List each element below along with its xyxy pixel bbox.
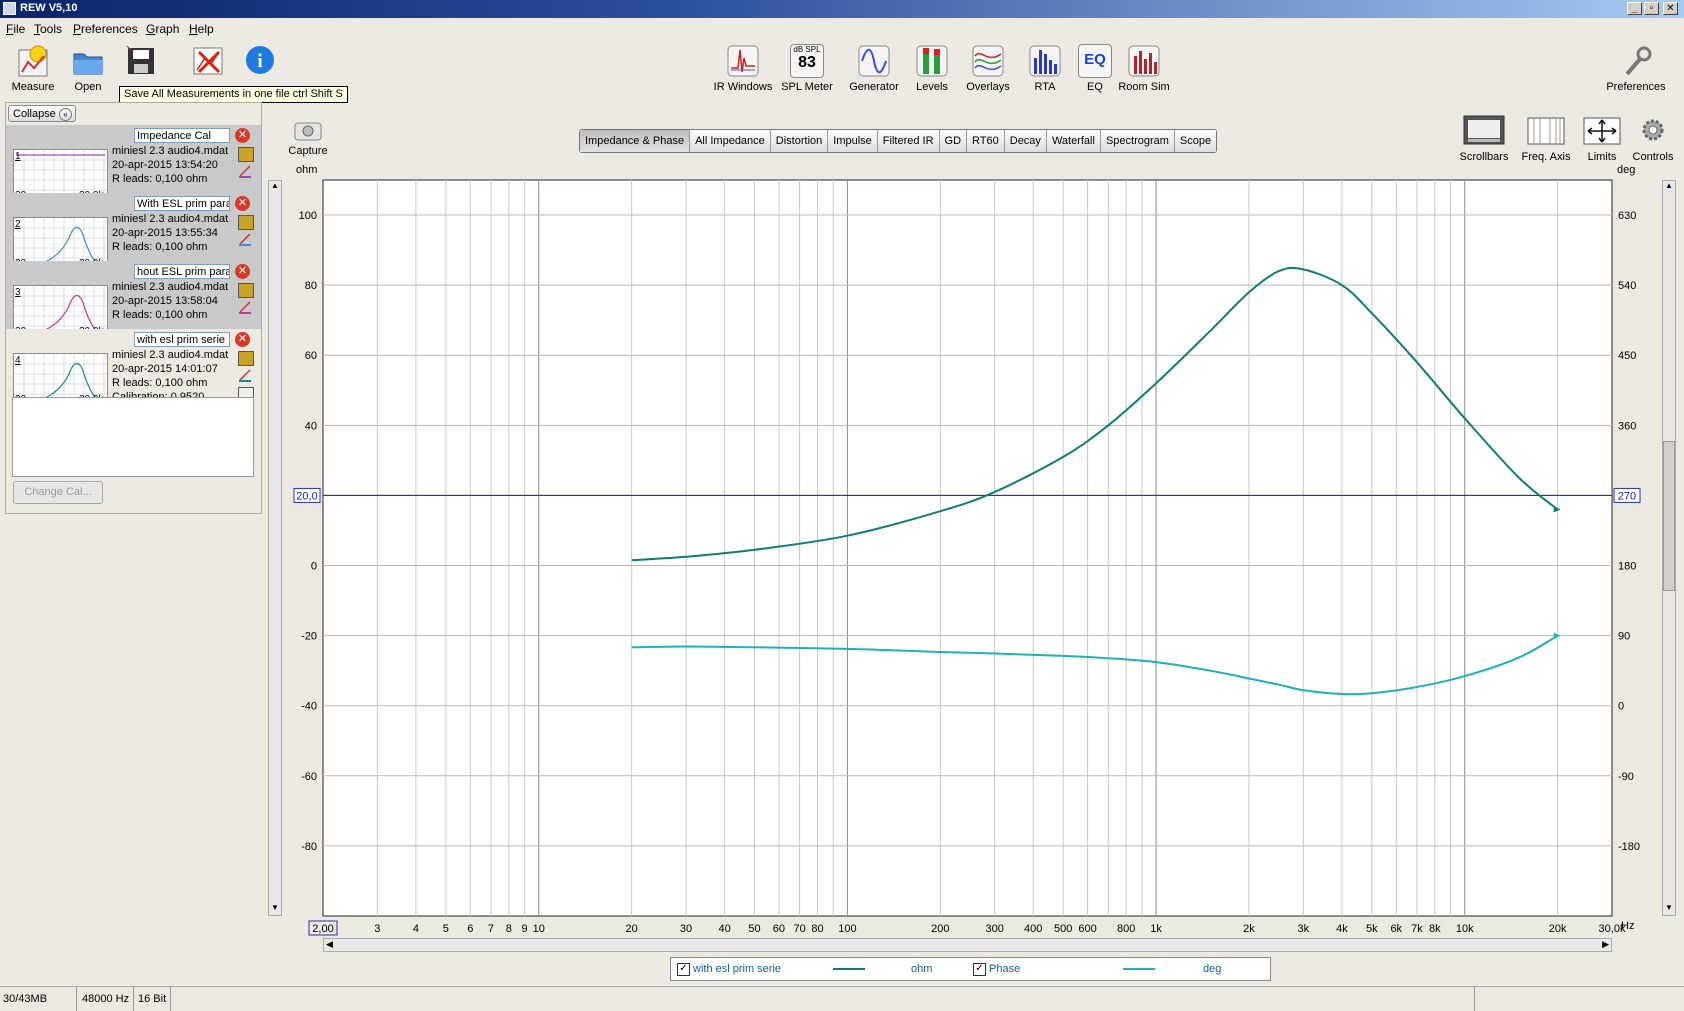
right-vertical-scrollbar[interactable]: ▲ ▼ [1662, 180, 1676, 916]
y-tick-label: -20 [301, 631, 317, 643]
y-tick-label: 40 [305, 420, 317, 432]
y2-tick-label: 540 [1618, 280, 1636, 292]
x-tick-label: 9 [522, 923, 528, 935]
horizontal-scrollbar[interactable]: ◀ ▶ [323, 938, 1612, 952]
x-tick-label: 3 [374, 923, 380, 935]
x-tick-label: 80 [811, 923, 823, 935]
sample-rate-status: 48000 Hz [82, 993, 130, 1005]
memory-status: 30/43MB [3, 993, 48, 1005]
x-tick-label: 20k [1549, 923, 1567, 935]
y2-tick-label: 180 [1618, 561, 1636, 573]
y2-tick-label: 450 [1618, 350, 1636, 362]
series2-checkbox[interactable]: ✓ [973, 963, 986, 976]
x-tick-label: 7 [488, 923, 494, 935]
x-tick-label: 30 [680, 923, 692, 935]
scroll-right-icon[interactable]: ▶ [1602, 939, 1609, 950]
x-tick-label: 50 [748, 923, 760, 935]
status-divider [76, 987, 77, 1011]
x-tick-label: 30,0k [1599, 923, 1626, 935]
x-tick-label: 5k [1366, 923, 1378, 935]
x-tick-label: 2k [1243, 923, 1255, 935]
x-tick-label: 500 [1054, 923, 1072, 935]
x-tick-label: 8 [506, 923, 512, 935]
y-tick-label: -80 [301, 841, 317, 853]
scroll-down-icon[interactable]: ▼ [270, 903, 280, 915]
x-tick-label: 3k [1298, 923, 1310, 935]
status-divider [133, 987, 134, 1011]
status-bar: 30/43MB 48000 Hz 16 Bit [0, 986, 1684, 1011]
left-vertical-scrollbar[interactable]: ▲ ▼ [268, 180, 282, 916]
y-marker-label: 20,0 [296, 490, 317, 502]
chart-legend: ✓ with esl prim serie ohm ✓ Phase deg [670, 957, 1271, 981]
y2-tick-label: -180 [1618, 841, 1640, 853]
x-tick-label: 70 [793, 923, 805, 935]
x-tick-label: 100 [838, 923, 856, 935]
x-tick-label: 8k [1429, 923, 1441, 935]
scroll-up-icon[interactable]: ▲ [1664, 181, 1674, 193]
series2-unit: deg [1203, 963, 1222, 975]
y-tick-label: 0 [311, 561, 317, 573]
x-tick-label: 6 [467, 923, 473, 935]
impedance-phase-chart[interactable]: 2,00 3 4 5 6 7 8 9 10 20 30 40 50 60 70 80 100 200 300 400 5… [0, 0, 1684, 1010]
x-tick-label: 10 [533, 923, 545, 935]
x-tick-label: 400 [1024, 923, 1042, 935]
status-divider [1474, 987, 1475, 1011]
x-tick-label: 7k [1411, 923, 1423, 935]
x-tick-label: 60 [773, 923, 785, 935]
x-tick-label: 4 [413, 923, 419, 935]
x-tick-label: 20 [626, 923, 638, 935]
x-tick-label: 10k [1456, 923, 1474, 935]
y-tick-label: -40 [301, 701, 317, 713]
plot-area [322, 179, 1613, 917]
y2-tick-label: 90 [1618, 631, 1630, 643]
series1-swatch [833, 968, 865, 970]
series1-unit: ohm [911, 963, 933, 975]
x-tick-label: 6k [1390, 923, 1402, 935]
scroll-down-icon[interactable]: ▼ [1664, 903, 1674, 915]
y-tick-label: 60 [305, 350, 317, 362]
bit-depth-status: 16 Bit [138, 993, 167, 1005]
x-tick-label: 1k [1150, 923, 1162, 935]
status-divider [170, 987, 171, 1011]
x-tick-label: 40 [718, 923, 730, 935]
x-tick-label: 600 [1078, 923, 1096, 935]
series2-swatch [1123, 968, 1155, 970]
series2-label: Phase [989, 963, 1021, 975]
y-tick-label: -60 [301, 771, 317, 783]
y2-tick-label: 360 [1618, 420, 1636, 432]
y-tick-label: 100 [299, 210, 317, 222]
series1-checkbox[interactable]: ✓ [677, 963, 690, 976]
y2-marker-label: 270 [1618, 490, 1636, 502]
x-tick-label: 200 [931, 923, 949, 935]
scroll-thumb[interactable] [1663, 441, 1675, 591]
y-tick-label: 80 [305, 280, 317, 292]
scroll-left-icon[interactable]: ◀ [326, 939, 333, 950]
y2-tick-label: -90 [1618, 771, 1634, 783]
y2-tick-label: 0 [1618, 701, 1624, 713]
x-tick-label: 4k [1336, 923, 1348, 935]
x-tick-label: 2,00 [312, 923, 333, 935]
scroll-up-icon[interactable]: ▲ [270, 181, 280, 193]
x-tick-label: 800 [1117, 923, 1135, 935]
x-tick-label: 300 [985, 923, 1003, 935]
x-tick-label: 5 [443, 923, 449, 935]
y2-tick-label: 630 [1618, 210, 1636, 222]
series1-label: with esl prim serie [693, 963, 782, 975]
